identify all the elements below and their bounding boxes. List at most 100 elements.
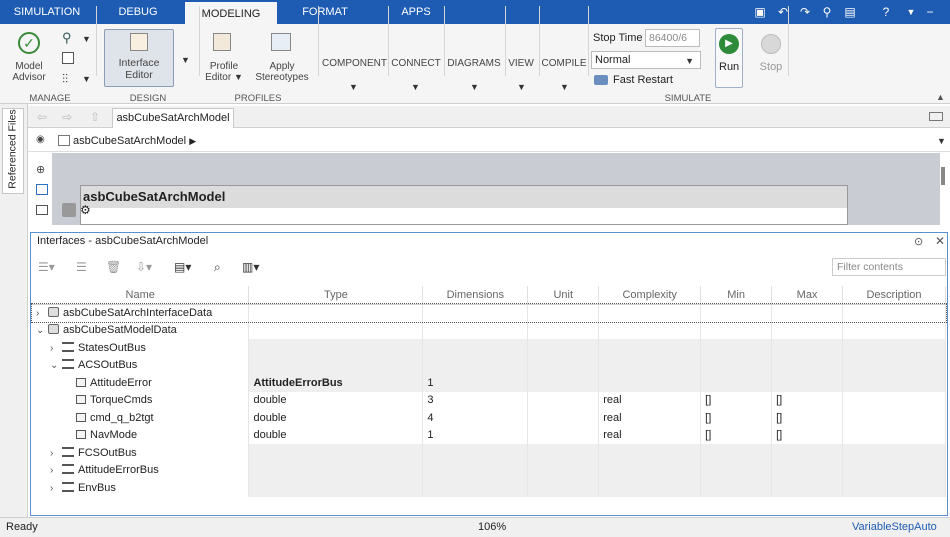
cell-dims[interactable]: [422, 479, 529, 497]
fit-view-icon[interactable]: [36, 184, 48, 195]
cell-complexity[interactable]: [598, 321, 702, 339]
minimize-icon[interactable]: −: [922, 4, 938, 20]
table-row[interactable]: › EnvBus: [32, 479, 946, 497]
export-icon[interactable]: ▥▾: [242, 258, 259, 276]
chevron-down-icon[interactable]: ▼: [903, 4, 919, 20]
table-row[interactable]: › AttitudeErrorBus: [32, 461, 946, 479]
cell-description[interactable]: [842, 356, 946, 374]
cell-type[interactable]: [248, 356, 424, 374]
help-icon[interactable]: ?: [878, 4, 894, 20]
chevron-right-icon[interactable]: ›: [50, 465, 62, 476]
cell-type[interactable]: [248, 339, 424, 357]
cell-min[interactable]: [700, 461, 773, 479]
cell-name[interactable]: ⌄ asbCubeSatModelData: [32, 321, 250, 339]
cell-max[interactable]: [771, 444, 844, 462]
redo-icon[interactable]: ↷: [797, 4, 813, 20]
cell-unit[interactable]: [527, 304, 600, 322]
component-menu[interactable]: COMPONENT: [322, 58, 387, 69]
model-advisor-icon[interactable]: ✓: [18, 32, 40, 54]
cell-name[interactable]: › EnvBus: [32, 479, 250, 497]
cell-min[interactable]: []: [700, 391, 773, 409]
cell-type[interactable]: double: [248, 391, 424, 409]
add-interface-icon[interactable]: ☰: [76, 258, 87, 276]
tab-apps[interactable]: APPS: [388, 0, 444, 24]
cell-description[interactable]: [842, 339, 946, 357]
chevron-down-icon[interactable]: ▼: [517, 82, 526, 92]
cell-max[interactable]: [771, 356, 844, 374]
cell-description[interactable]: [842, 426, 946, 444]
fast-restart-toggle[interactable]: Fast Restart: [613, 74, 673, 86]
cell-type[interactable]: AttitudeErrorBus: [248, 374, 424, 392]
cell-unit[interactable]: [527, 391, 600, 409]
cell-min[interactable]: [700, 339, 773, 357]
column-header-complexity[interactable]: Complexity: [598, 286, 702, 305]
hierarchy-icon[interactable]: ⚙: [80, 203, 91, 217]
cell-unit[interactable]: [527, 409, 600, 427]
column-header-dimensions[interactable]: Dimensions: [422, 286, 529, 305]
cell-min[interactable]: [700, 444, 773, 462]
cell-description[interactable]: [842, 409, 946, 427]
cell-dims[interactable]: 3: [422, 391, 529, 409]
chevron-right-icon[interactable]: ›: [50, 343, 62, 354]
table-row[interactable]: › StatesOutBus: [32, 339, 946, 357]
cell-type[interactable]: [248, 461, 424, 479]
cell-unit[interactable]: [527, 321, 600, 339]
find-icon[interactable]: ⌕: [214, 258, 221, 276]
up-arrow-icon[interactable]: ⇧: [90, 110, 100, 124]
save-icon[interactable]: ▣: [752, 4, 768, 20]
cell-min[interactable]: [700, 321, 773, 339]
cell-min[interactable]: []: [700, 409, 773, 427]
cell-name[interactable]: TorqueCmds: [32, 391, 250, 409]
view-menu[interactable]: VIEW: [506, 58, 536, 69]
search-icon[interactable]: ⚲: [62, 30, 72, 46]
forward-arrow-icon[interactable]: ⇨: [62, 110, 72, 124]
cell-dims[interactable]: [422, 356, 529, 374]
cell-min[interactable]: [700, 374, 773, 392]
chevron-right-icon[interactable]: ›: [50, 483, 62, 494]
cell-complexity[interactable]: real: [598, 426, 702, 444]
cell-name[interactable]: › FCSOutBus: [32, 444, 250, 462]
tab-simulation[interactable]: SIMULATION: [8, 0, 86, 24]
cell-min[interactable]: [700, 356, 773, 374]
cell-min[interactable]: [700, 304, 773, 322]
cell-type[interactable]: [248, 444, 424, 462]
scrollbar[interactable]: [941, 167, 945, 185]
table-row[interactable]: NavMode double 1 real[][]: [32, 426, 946, 444]
cell-description[interactable]: [842, 479, 946, 497]
cell-name[interactable]: › StatesOutBus: [32, 339, 250, 357]
close-icon[interactable]: ✕: [935, 234, 945, 248]
column-header-max[interactable]: Max: [771, 286, 844, 305]
table-row[interactable]: ⌄ asbCubeSatModelData: [32, 321, 946, 339]
table-row[interactable]: › asbCubeSatArchInterfaceData: [31, 303, 947, 323]
cell-dims[interactable]: 4: [422, 409, 529, 427]
cell-max[interactable]: []: [771, 409, 844, 427]
cell-complexity[interactable]: real: [598, 409, 702, 427]
compile-menu[interactable]: COMPILE: [540, 58, 588, 69]
cell-max[interactable]: [771, 321, 844, 339]
chevron-down-icon[interactable]: ▼: [470, 82, 479, 92]
cell-type[interactable]: [248, 304, 424, 322]
solver-link[interactable]: VariableStepAuto: [852, 521, 937, 533]
model-advisor-button[interactable]: Model Advisor: [4, 61, 54, 83]
zoom-icon[interactable]: ⊕: [36, 163, 45, 176]
search-icon[interactable]: ⚲: [819, 4, 835, 20]
cell-description[interactable]: [842, 444, 946, 462]
cell-max[interactable]: []: [771, 426, 844, 444]
cell-max[interactable]: [771, 461, 844, 479]
cell-type[interactable]: [248, 479, 424, 497]
model-icon[interactable]: [62, 52, 74, 64]
chevron-right-icon[interactable]: ›: [50, 448, 62, 459]
cell-type[interactable]: double: [248, 409, 424, 427]
cell-unit[interactable]: [527, 444, 600, 462]
save-dictionary-icon[interactable]: ▤▾: [174, 258, 191, 276]
cell-description[interactable]: [842, 321, 946, 339]
referenced-files-tab[interactable]: Referenced Files: [2, 108, 24, 194]
connect-menu[interactable]: CONNECT: [390, 58, 442, 69]
cell-complexity[interactable]: [598, 444, 702, 462]
cell-unit[interactable]: [527, 356, 600, 374]
window-icon[interactable]: ▤: [842, 4, 858, 20]
cell-complexity[interactable]: [598, 374, 702, 392]
column-header-type[interactable]: Type: [248, 286, 424, 305]
cell-description[interactable]: [842, 461, 946, 479]
dictionary-icon[interactable]: [62, 203, 76, 217]
